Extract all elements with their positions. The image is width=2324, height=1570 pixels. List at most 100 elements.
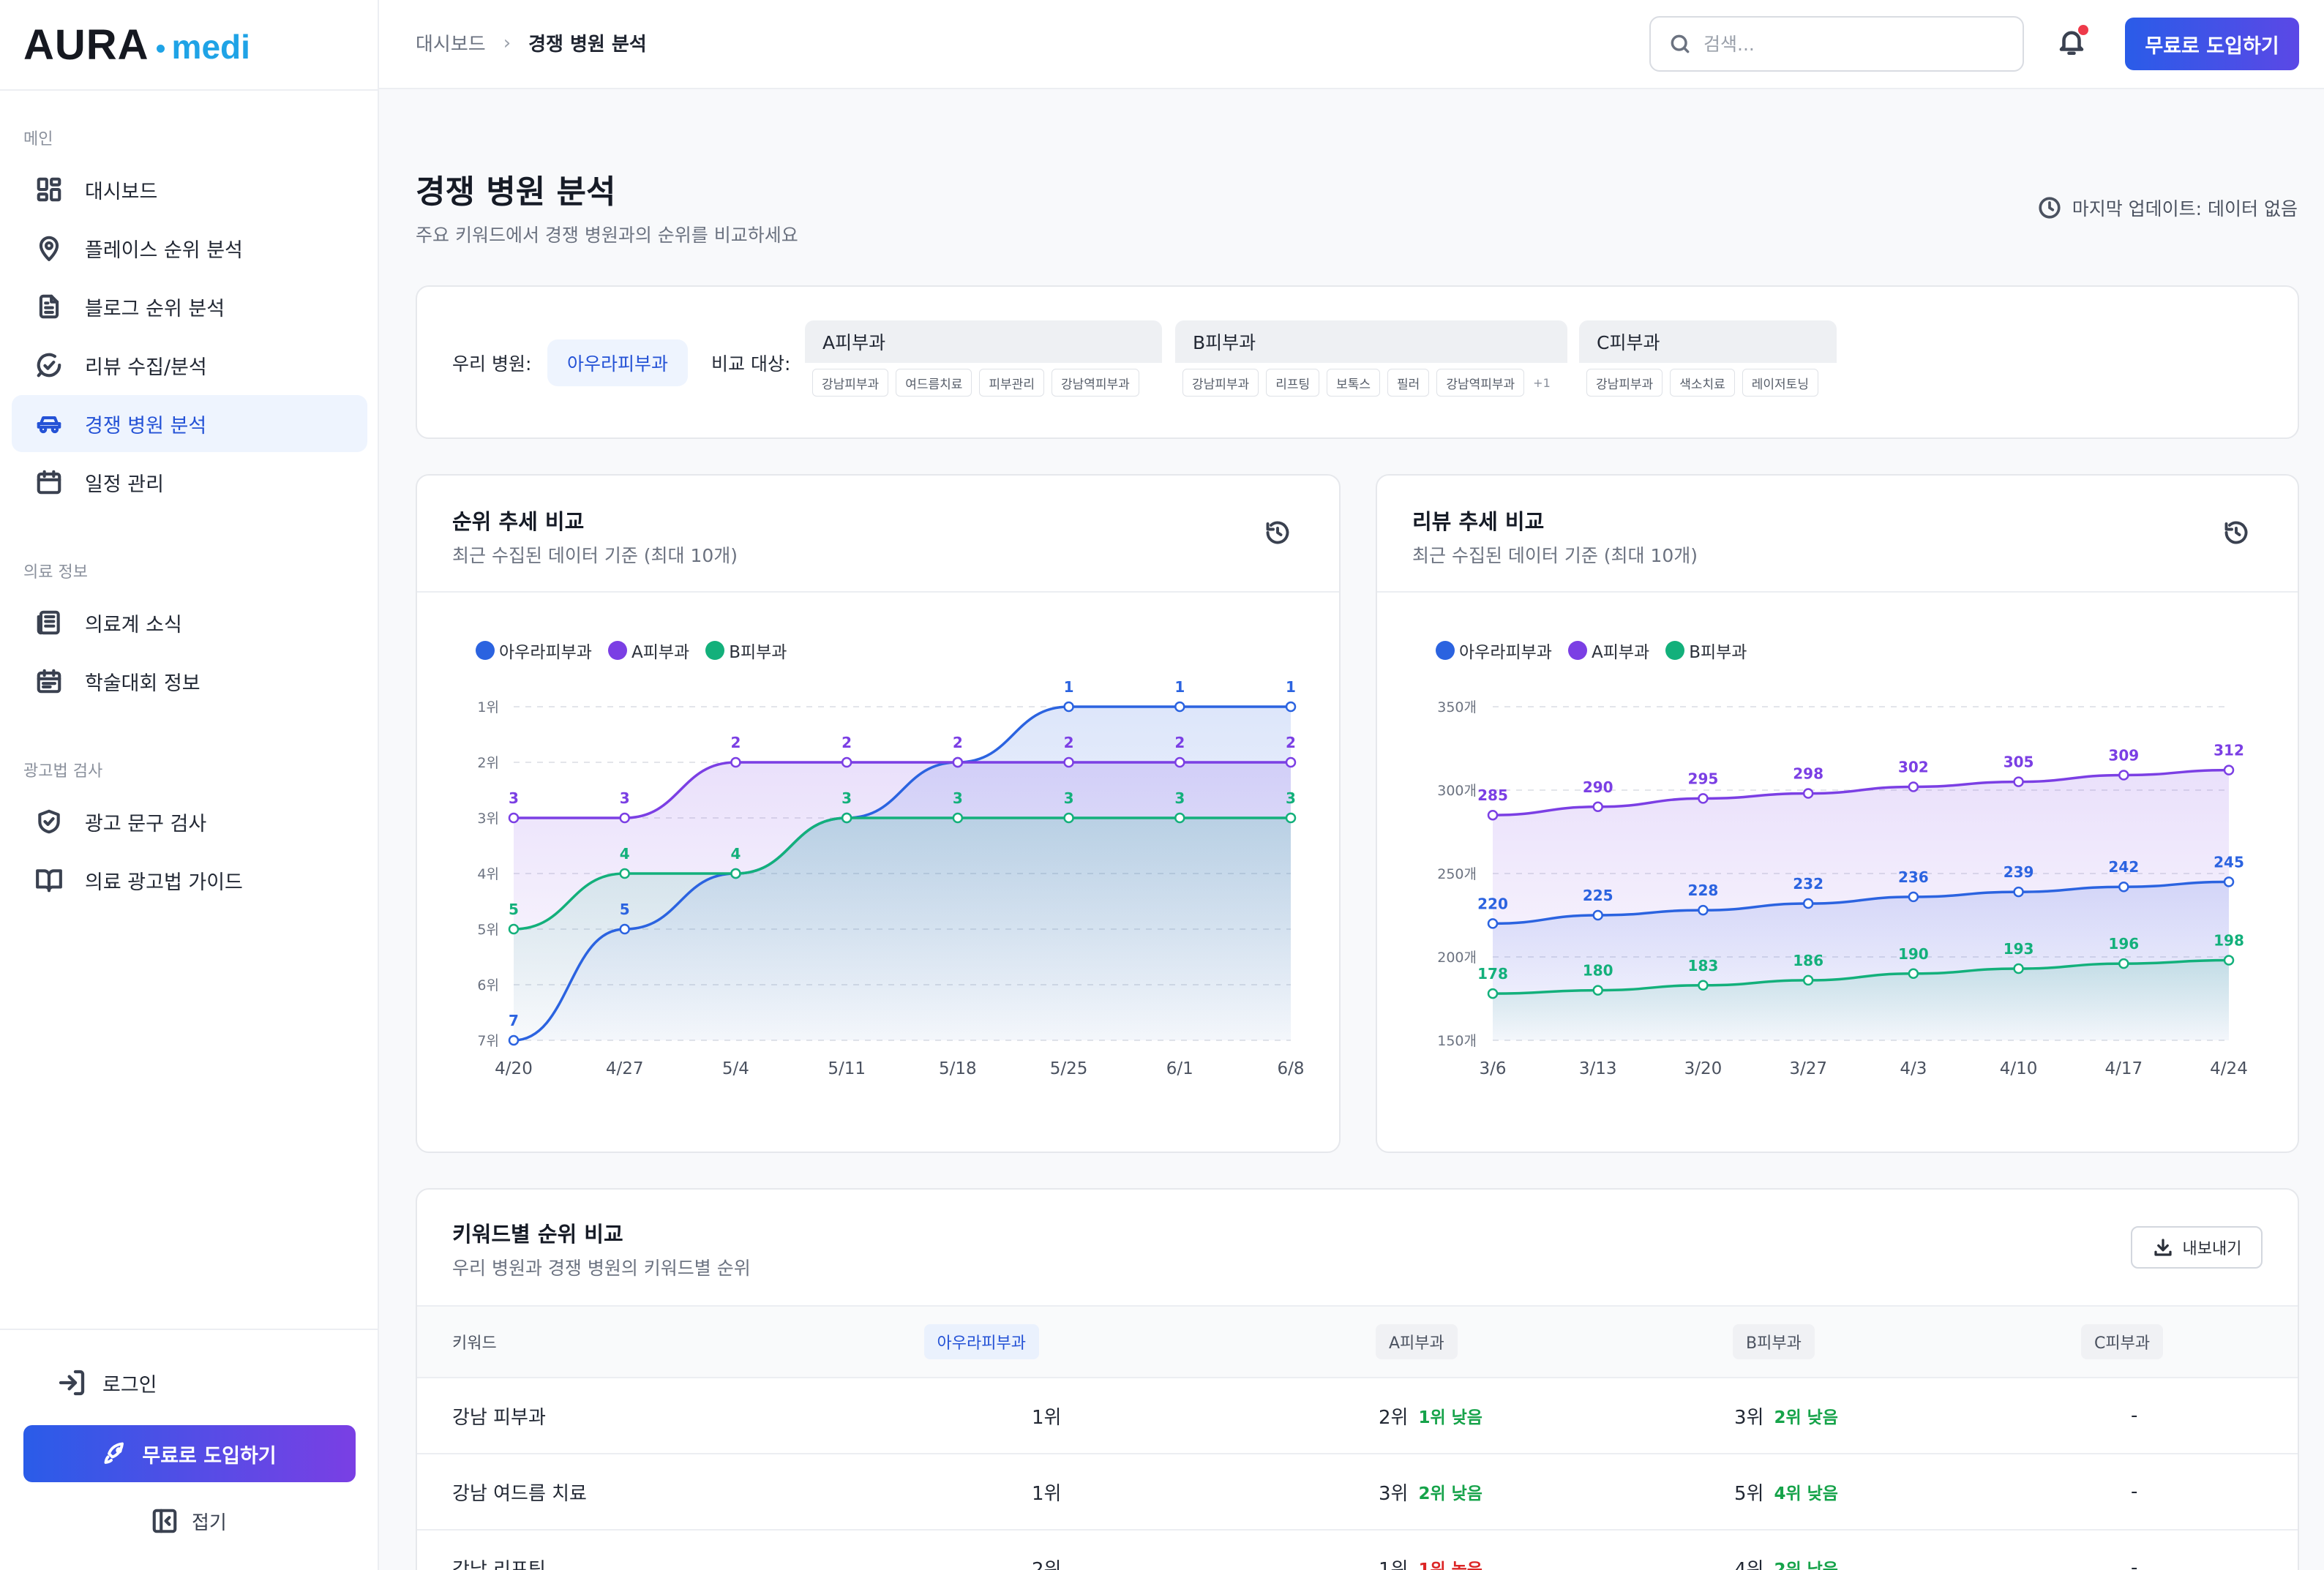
competitor-b[interactable]: B피부과 강남피부과 리프팅 보톡스 필러 강남역피부과 +1 bbox=[1175, 320, 1567, 402]
data-point bbox=[2118, 881, 2129, 893]
sidebar-cta-label: 무료로 도입하기 bbox=[142, 1444, 277, 1468]
data-label: 180 bbox=[1583, 962, 1613, 980]
data-point bbox=[1698, 793, 1709, 804]
data-point bbox=[1592, 909, 1603, 921]
a-diff: 1위 높음 bbox=[1418, 1560, 1483, 1570]
x-tick-label: 3/13 bbox=[1579, 1059, 1617, 1078]
sidebar-item-place-rank[interactable]: 플레이스 순위 분석 bbox=[12, 219, 367, 277]
data-label: 3 bbox=[1174, 789, 1185, 807]
rocket-icon bbox=[104, 1442, 124, 1464]
notification-button[interactable] bbox=[2056, 25, 2090, 60]
rank-history-button[interactable] bbox=[1264, 519, 1291, 546]
data-point bbox=[1698, 980, 1709, 991]
data-point bbox=[730, 756, 741, 768]
sidebar-item-conference[interactable]: 학술대회 정보 bbox=[12, 653, 367, 710]
data-label: 2 bbox=[1064, 734, 1074, 751]
login-label: 로그인 bbox=[102, 1373, 157, 1397]
data-label: 4 bbox=[730, 845, 741, 863]
y-tick-label: 3위 bbox=[477, 811, 499, 827]
sidebar-item-label: 광고 문구 검사 bbox=[85, 812, 207, 835]
data-label: 2 bbox=[730, 734, 741, 751]
data-label: 3 bbox=[1286, 789, 1296, 807]
competitor-name: C피부과 bbox=[1579, 320, 1837, 363]
keyword-tag: 강남피부과 bbox=[1586, 369, 1663, 397]
section-label-main: 메인 bbox=[23, 130, 53, 149]
data-label: 2 bbox=[1286, 734, 1296, 751]
data-label: 305 bbox=[2003, 754, 2034, 771]
table-row[interactable]: 강남 리프팅 2위 1위 1위 높음 4위 2위 낮음 - bbox=[417, 1530, 2298, 1570]
table-row[interactable]: 강남 여드름 치료 1위 3위 2위 낮음 5위 4위 낮음 - bbox=[417, 1454, 2298, 1530]
data-label: 236 bbox=[1898, 868, 1929, 886]
x-tick-label: 3/27 bbox=[1789, 1059, 1827, 1078]
data-label: 183 bbox=[1688, 957, 1719, 974]
collapse-button[interactable]: 접기 bbox=[151, 1504, 227, 1538]
data-point bbox=[1487, 988, 1499, 999]
data-point bbox=[2013, 776, 2024, 787]
search-input[interactable] bbox=[1703, 33, 1996, 55]
more-tags-count: +1 bbox=[1533, 375, 1551, 390]
sidebar: AURA medi 메인 대시보드 플레이스 순위 분석 블로그 순위 분석 리… bbox=[0, 0, 379, 1570]
keyword-tag: 필러 bbox=[1387, 369, 1430, 397]
brand-logo[interactable]: AURA medi bbox=[23, 19, 250, 70]
data-label: 1 bbox=[1286, 678, 1296, 696]
data-point bbox=[1285, 812, 1297, 824]
table-row[interactable]: 강남 피부과 1위 2위 1위 낮음 3위 2위 낮음 - bbox=[417, 1378, 2298, 1454]
rank-trend-chart: 1위 2위 3위 4위 5위 6위 7위 4/20 4/27 5/4 5/11 5/18 5/25 6/1… bbox=[477, 678, 1304, 1078]
breadcrumb-dashboard[interactable]: 대시보드 bbox=[416, 29, 486, 56]
x-tick-label: 5/11 bbox=[828, 1059, 866, 1078]
search-box[interactable] bbox=[1649, 16, 2024, 72]
c-rank: - bbox=[2131, 1557, 2138, 1570]
collapse-label: 접기 bbox=[192, 1511, 227, 1534]
sidebar-item-news[interactable]: 의료계 소식 bbox=[12, 594, 367, 651]
download-icon bbox=[2154, 1239, 2172, 1256]
competitor-name: B피부과 bbox=[1175, 320, 1567, 363]
export-button[interactable]: 내보내기 bbox=[2131, 1226, 2263, 1269]
data-label: 2 bbox=[953, 734, 963, 751]
data-point bbox=[1285, 756, 1297, 768]
sidebar-item-ad-guide[interactable]: 의료 광고법 가이드 bbox=[12, 852, 367, 909]
competitor-c[interactable]: C피부과 강남피부과 색소치료 레이저토닝 bbox=[1579, 320, 1837, 402]
review-history-button[interactable] bbox=[2223, 519, 2249, 546]
table-subtitle: 우리 병원과 경쟁 병원의 키워드별 순위 bbox=[452, 1258, 751, 1279]
sidebar-item-reviews[interactable]: 리뷰 수집/분석 bbox=[12, 337, 367, 394]
x-tick-label: 4/20 bbox=[495, 1059, 533, 1078]
data-label: 2 bbox=[1174, 734, 1185, 751]
competitor-a[interactable]: A피부과 강남피부과 여드름치료 피부관리 강남역피부과 bbox=[805, 320, 1162, 402]
b-rank: 5위 bbox=[1734, 1482, 1764, 1505]
ours-rank: 1위 bbox=[1032, 1406, 1062, 1429]
sidebar-item-label: 경쟁 병원 분석 bbox=[85, 414, 207, 437]
sidebar-item-competitor[interactable]: 경쟁 병원 분석 bbox=[12, 395, 367, 452]
sidebar-item-blog-rank[interactable]: 블로그 순위 분석 bbox=[12, 278, 367, 335]
a-rank: 2위 bbox=[1379, 1406, 1409, 1429]
data-point bbox=[2118, 958, 2129, 969]
sidebar-item-label: 리뷰 수집/분석 bbox=[85, 356, 207, 379]
y-tick-label: 2위 bbox=[477, 755, 499, 771]
data-point bbox=[619, 868, 630, 879]
data-point bbox=[952, 756, 964, 768]
our-hospital-chip[interactable]: 아우라피부과 bbox=[547, 339, 688, 386]
header-b: B피부과 bbox=[1733, 1324, 1815, 1359]
x-tick-label: 4/3 bbox=[1900, 1059, 1927, 1078]
keyword-tag: 강남피부과 bbox=[812, 369, 889, 397]
sidebar-item-schedule[interactable]: 일정 관리 bbox=[12, 454, 367, 511]
login-button[interactable]: 로그인 bbox=[57, 1365, 157, 1400]
sidebar-item-dashboard[interactable]: 대시보드 bbox=[12, 161, 367, 218]
b-diff: 2위 낮음 bbox=[1774, 1560, 1838, 1570]
x-tick-label: 6/8 bbox=[1277, 1059, 1304, 1078]
data-label: 228 bbox=[1688, 882, 1719, 899]
b-rank: 3위 bbox=[1734, 1406, 1764, 1429]
sidebar-item-label: 블로그 순위 분석 bbox=[85, 297, 225, 320]
data-point bbox=[1063, 756, 1074, 768]
y-tick-label: 5위 bbox=[477, 922, 499, 938]
data-point bbox=[619, 923, 630, 935]
top-cta-button[interactable]: 무료로 도입하기 bbox=[2125, 18, 2299, 70]
data-point bbox=[1698, 904, 1709, 916]
newspaper-icon bbox=[37, 610, 60, 635]
data-label: 220 bbox=[1477, 895, 1508, 912]
review-trend-chart: 350개 300개 250개 200개 150개3/6 3/13 3/20 3/27 4/3 4/… bbox=[1437, 699, 2248, 1078]
sidebar-cta-button[interactable]: 무료로 도입하기 bbox=[23, 1425, 356, 1482]
keyword-cell: 강남 여드름 치료 bbox=[452, 1482, 587, 1505]
data-point bbox=[1487, 809, 1499, 821]
data-label: 2 bbox=[841, 734, 852, 751]
sidebar-item-ad-check[interactable]: 광고 문구 검사 bbox=[12, 793, 367, 850]
